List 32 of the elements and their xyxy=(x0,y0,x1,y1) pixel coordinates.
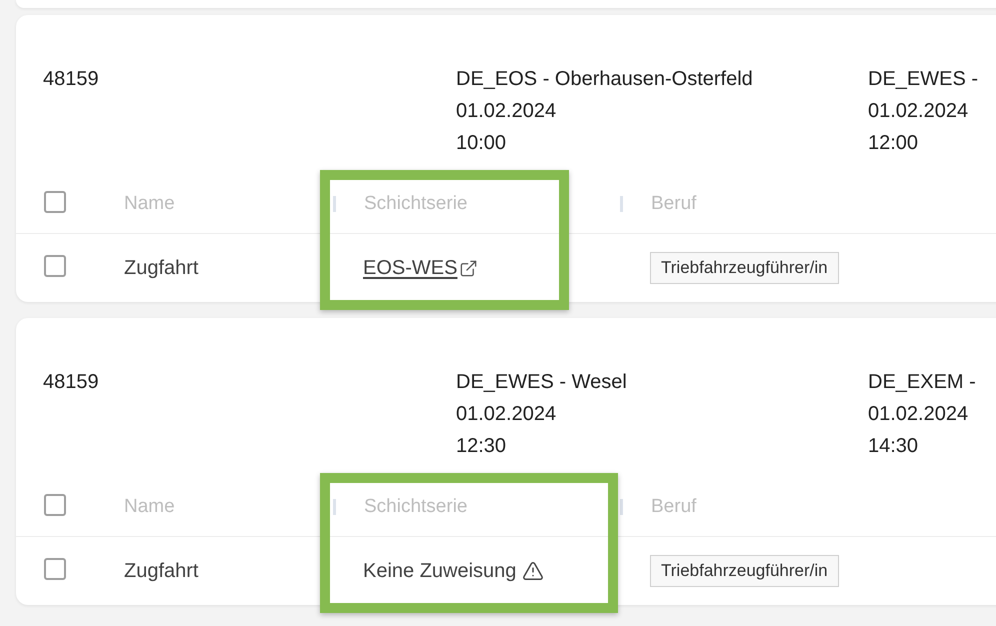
stop-time: 10:00 xyxy=(456,131,508,156)
train-number: 48159 xyxy=(43,67,100,92)
name-cell: Zugfahrt xyxy=(124,560,198,582)
checkbox[interactable] xyxy=(44,494,66,516)
column-header: Beruf xyxy=(651,193,696,215)
stop-date: 01.02.2024 xyxy=(456,99,558,124)
station-name: DE_EOS - Oberhausen-Osterfeld xyxy=(456,67,754,92)
station-name: DE_EWES - Wesel xyxy=(456,370,628,395)
column-header: Schichtserie xyxy=(364,496,468,518)
checkbox[interactable] xyxy=(44,190,66,212)
stop-date: 01.02.2024 xyxy=(456,402,558,427)
stop-date: 01.02.2024 xyxy=(868,402,970,427)
job-tag: Triebfahrzeugführer/in xyxy=(650,555,839,587)
checkbox[interactable] xyxy=(44,254,66,276)
checkbox[interactable] xyxy=(44,558,66,580)
station-name: DE_EWES - xyxy=(868,67,980,92)
external-link-icon xyxy=(459,258,478,278)
warning-icon xyxy=(522,560,544,582)
stop-date: 01.02.2024 xyxy=(868,99,970,124)
station-name: DE_EXEM - xyxy=(868,370,977,395)
stop-time: 14:30 xyxy=(868,434,920,459)
stop-time: 12:30 xyxy=(456,434,508,459)
column-header: Name xyxy=(124,496,175,518)
name-cell: Zugfahrt xyxy=(124,256,198,280)
column-header: Schichtserie xyxy=(364,193,468,215)
no-assignment-text: Keine Zuweisung xyxy=(363,560,516,582)
shift-series-link[interactable]: EOS-WES xyxy=(363,256,478,280)
job-tag: Triebfahrzeugführer/in xyxy=(650,252,839,284)
train-number: 48159 xyxy=(43,370,100,395)
column-header: Name xyxy=(124,193,175,215)
column-header: Beruf xyxy=(651,496,696,518)
stop-time: 12:00 xyxy=(868,131,920,156)
